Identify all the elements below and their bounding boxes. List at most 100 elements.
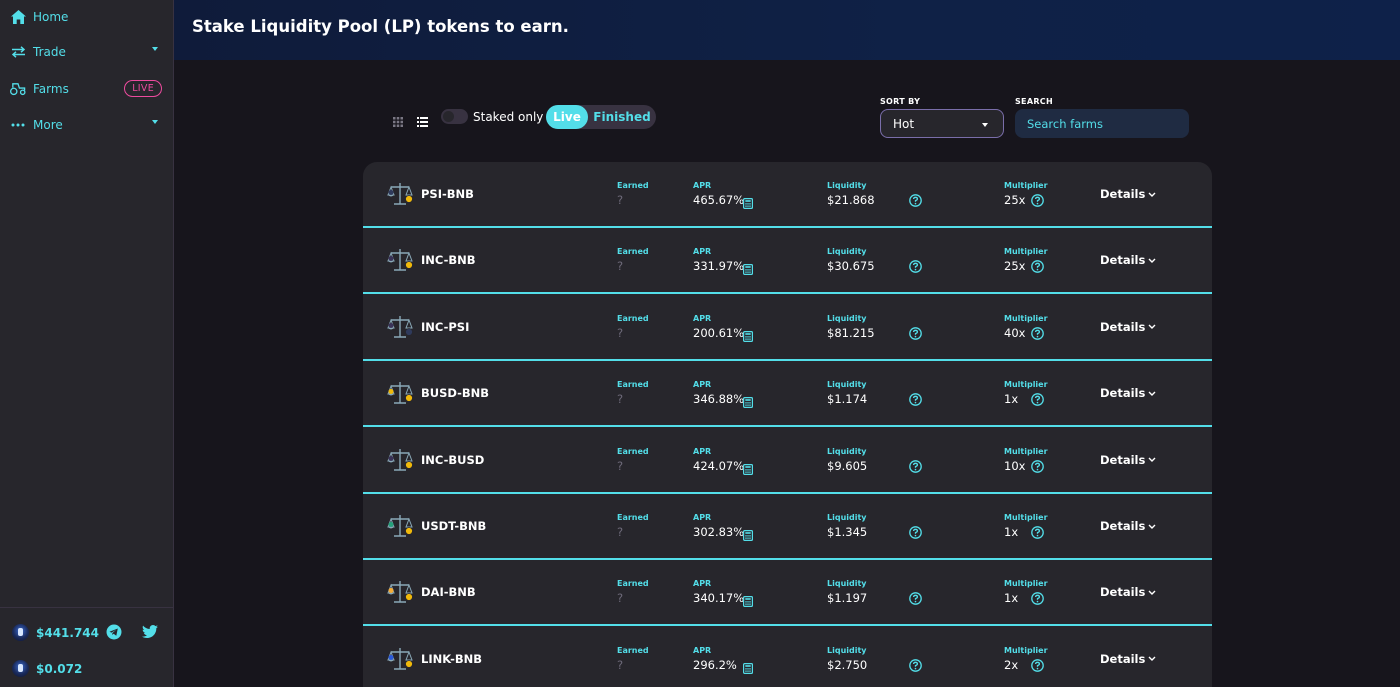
multiplier-value: 40x [1004,325,1026,340]
sidebar-item-home[interactable]: Home [10,7,162,27]
calculator-icon[interactable] [743,260,754,276]
grid-view-icon[interactable] [393,112,403,127]
search-label: SEARCH [1015,97,1053,106]
twitter-icon[interactable] [142,624,158,640]
tab-finished[interactable]: Finished [591,105,653,129]
earned-value: ? [617,392,624,407]
apr-label: APR [693,247,712,257]
sidebar-item-farms[interactable]: Farms LIVE [10,79,162,99]
calculator-icon[interactable] [743,393,754,409]
list-view-icon[interactable] [417,112,428,127]
scale-pair-icon [387,313,415,341]
page-header: Stake Liquidity Pool (LP) tokens to earn… [174,0,1400,60]
details-button[interactable]: Details [1100,253,1156,267]
telegram-icon[interactable] [106,624,122,640]
help-icon[interactable] [909,657,922,672]
apr-label: APR [693,446,712,456]
earned-label: Earned [617,247,649,257]
table-row[interactable]: DAI-BNB Earned ? APR 340.17% Liquidity $… [363,560,1212,627]
table-row[interactable]: INC-BNB Earned ? APR 331.97% Liquidity $… [363,228,1212,295]
farm-pair-name: DAI-BNB [421,585,476,600]
calculator-icon[interactable] [743,194,754,210]
liquidity-value: $1.197 [827,591,868,606]
farm-pair-name: INC-PSI [421,319,470,334]
help-icon[interactable] [1031,458,1044,473]
help-icon[interactable] [909,325,922,340]
help-icon[interactable] [909,590,922,606]
tvl-display: $441.744 [12,624,99,641]
help-icon[interactable] [1031,657,1044,672]
help-icon[interactable] [1031,192,1044,207]
details-button[interactable]: Details [1100,652,1156,666]
home-icon [10,9,26,25]
table-row[interactable]: INC-BUSD Earned ? APR 424.07% Liquidity … [363,428,1212,494]
staked-only-label: Staked only [473,110,544,124]
help-icon[interactable] [1031,524,1044,539]
help-icon[interactable] [909,258,922,274]
help-icon[interactable] [909,391,922,407]
table-row[interactable]: INC-PSI Earned ? APR 200.61% Liquidity $… [363,295,1212,361]
liquidity-value: $1.345 [827,525,868,539]
tractor-icon [10,81,26,97]
apr-label: APR [693,181,712,190]
help-icon[interactable] [909,524,922,539]
sort-value: Hot [893,116,915,131]
help-icon[interactable] [1031,325,1044,340]
help-icon[interactable] [1031,258,1044,274]
farm-pair-name: LINK-BNB [421,651,483,666]
staked-only-toggle[interactable] [441,109,468,124]
token-logo-icon [12,660,29,677]
calculator-icon[interactable] [743,659,754,674]
sort-select[interactable]: Hot [880,109,1004,138]
details-label: Details [1100,319,1146,334]
table-row[interactable]: PSI-BNB Earned ? APR 465.67% Liquidity $… [363,162,1212,228]
multiplier-value: 2x [1004,657,1019,672]
table-row[interactable]: USDT-BNB Earned ? APR 302.83% Liquidity … [363,494,1212,560]
apr-label: APR [693,579,712,589]
details-button[interactable]: Details [1100,453,1156,467]
calculator-icon[interactable] [743,526,754,542]
liquidity-value: $81.215 [827,325,875,340]
details-button[interactable]: Details [1100,519,1156,533]
sidebar-item-trade[interactable]: Trade [10,42,162,62]
sidebar-footer: $441.744 $0.072 [0,607,173,687]
multiplier-value: 10x [1004,458,1026,473]
details-button[interactable]: Details [1100,187,1156,201]
chevron-down-icon [1148,457,1156,463]
help-icon[interactable] [909,192,922,207]
liquidity-value: $30.675 [827,259,875,274]
earned-value: ? [617,193,624,207]
multiplier-label: Multiplier [1004,181,1048,190]
tab-live[interactable]: Live [546,105,588,129]
calculator-icon[interactable] [743,592,754,608]
calculator-icon[interactable] [743,460,754,475]
live-finished-tabs: Live Finished [546,105,656,129]
details-button[interactable]: Details [1100,585,1156,599]
help-icon[interactable] [909,458,922,473]
chevron-down-icon [982,123,988,127]
scale-pair-icon [387,246,415,274]
earned-label: Earned [617,579,649,589]
table-row[interactable]: BUSD-BNB Earned ? APR 346.88% Liquidity … [363,361,1212,428]
page-title: Stake Liquidity Pool (LP) tokens to earn… [192,17,569,36]
table-row[interactable]: LINK-BNB Earned ? APR 296.2% Liquidity $… [363,627,1212,687]
details-button[interactable]: Details [1100,386,1156,400]
calculator-icon[interactable] [743,327,754,342]
help-icon[interactable] [1031,391,1044,407]
earned-label: Earned [617,513,649,522]
chevron-down-icon [1148,524,1156,529]
search-input[interactable] [1015,109,1189,138]
sidebar-item-label: Farms [33,82,69,96]
details-button[interactable]: Details [1100,320,1156,334]
farm-pair-name: PSI-BNB [421,187,474,201]
multiplier-value: 25x [1004,193,1026,207]
sidebar-item-more[interactable]: More [10,115,162,135]
apr-value: 465.67% [693,193,745,207]
help-icon[interactable] [1031,590,1044,606]
liquidity-label: Liquidity [827,446,867,456]
multiplier-value: 25x [1004,259,1026,274]
scale-pair-icon [387,446,415,474]
liquidity-value: $2.750 [827,657,868,672]
apr-value: 302.83% [693,525,745,539]
earned-label: Earned [617,645,649,655]
